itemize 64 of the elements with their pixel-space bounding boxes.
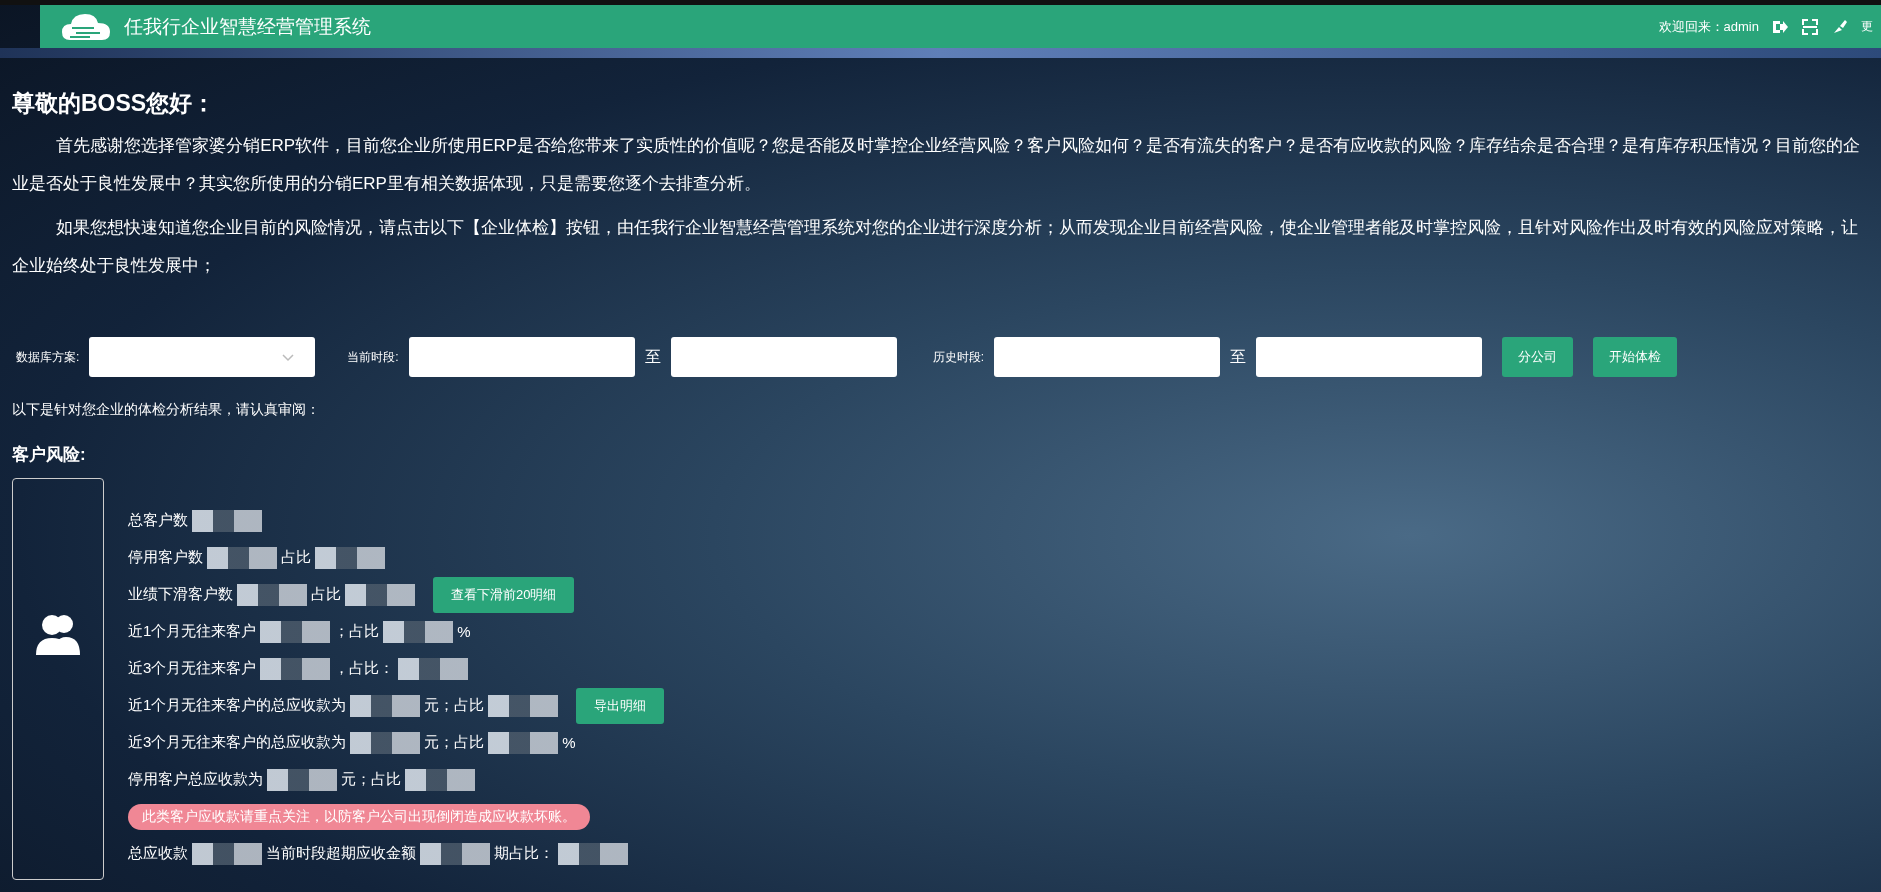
range-separator: 至 (644, 346, 661, 367)
intro-paragraph: 如果您想快速知道您企业目前的风险情况，请点击以下【企业体检】按钮，由任我行企业智慧经营管理系统对您的企业进行深度分析；从而发现企业目前经营风险，使企业管理者能及时掌控风险，且针对风险作出及时有效的风险应对策略，让企业始终处于良性发展中； (12, 217, 1860, 277)
row-label: 近3个月无往来客户 (128, 659, 257, 678)
row-label: 近1个月无往来客户的总应收款为 (128, 696, 347, 715)
header-link[interactable]: 更 (1861, 18, 1873, 35)
row-label: 当前时段超期应收金额 (266, 844, 416, 863)
redacted-block (488, 694, 559, 717)
row-label: ；占比 (334, 622, 380, 641)
row-label: 元；占比 (424, 733, 485, 752)
redacted-block (488, 731, 559, 754)
redacted-block (267, 768, 337, 791)
app-title: 任我行企业智慧经营管理系统 (124, 14, 372, 39)
field-label: 当前时段: (347, 348, 399, 366)
row-label: 业绩下滑客户数 (128, 585, 233, 604)
field-label: 历史时段: (932, 348, 985, 366)
redacted-block (237, 583, 307, 606)
date-field[interactable] (408, 337, 635, 377)
row-label: 停用客户数 (128, 548, 203, 567)
welcome-text: 欢迎回来：admin (1658, 17, 1759, 36)
redacted-block (350, 731, 421, 754)
row-label: % (562, 734, 576, 751)
row-label: 停用客户总应收款为 (128, 770, 263, 789)
section-title: 客户风险: (12, 444, 87, 466)
redacted-block (420, 842, 490, 865)
date-field[interactable] (1256, 337, 1483, 377)
row-label: % (457, 623, 471, 640)
row-label: 期占比： (494, 844, 554, 863)
action-button[interactable]: 开始体检 (1593, 337, 1678, 377)
row-label: 近1个月无往来客户 (128, 622, 257, 641)
row-label: 近3个月无往来客户的总应收款为 (128, 733, 347, 752)
redacted-block (345, 583, 415, 606)
redacted-block (405, 768, 475, 791)
row-label: ，占比： (334, 659, 395, 678)
greeting-title: 尊敬的BOSS您好： (12, 89, 217, 118)
field-label: 数据库方案: (16, 348, 80, 366)
row-label: 总应收款 (128, 844, 188, 863)
redacted-block (192, 509, 262, 532)
redacted-block (207, 546, 277, 569)
redacted-block (315, 546, 385, 569)
row-label: 元；占比 (424, 696, 485, 715)
redacted-block (398, 657, 469, 680)
redacted-block (192, 842, 262, 865)
action-button[interactable]: 分公司 (1502, 337, 1574, 377)
redacted-block (350, 694, 421, 717)
redacted-block (558, 842, 628, 865)
row-label: 元；占比 (341, 770, 401, 789)
date-field[interactable] (670, 337, 897, 377)
row-label: 总客户数 (128, 511, 188, 530)
row-label: 占比 (311, 585, 341, 604)
range-separator: 至 (1230, 346, 1247, 367)
fullscreen-icon[interactable] (1801, 17, 1819, 36)
redacted-block (260, 620, 331, 643)
intro-paragraph: 首先感谢您选择管家婆分销ERP软件，目前您企业所使用ERP是否给您带来了实质性的价值呢？您是否能及时掌控企业经营风险？客户风险如何？是否有流失的客户？是否有应收款的风险？库存结余是否合理？是有库存积压情况？目前您的企业是否处于良性发展中？其实您所使用的分销ERP里有相关数据体现，只是需要您逐个去排查分析。 (12, 135, 1862, 195)
database-select[interactable] (89, 337, 316, 377)
row-label: 占比 (281, 548, 311, 567)
chevron-down-icon (281, 352, 296, 362)
date-field[interactable] (994, 337, 1221, 377)
detail-button[interactable]: 导出明细 (576, 687, 665, 724)
detail-button[interactable]: 查看下滑前20明细 (433, 576, 575, 613)
redacted-block (383, 620, 454, 643)
redacted-block (260, 657, 331, 680)
result-intro: 以下是针对您企业的体检分析结果，请认真审阅： (12, 401, 321, 419)
warning-notice: 此类客户应收款请重点关注，以防客户公司出现倒闭造成应收款坏账。 (128, 803, 590, 830)
brush-icon[interactable] (1831, 17, 1849, 36)
